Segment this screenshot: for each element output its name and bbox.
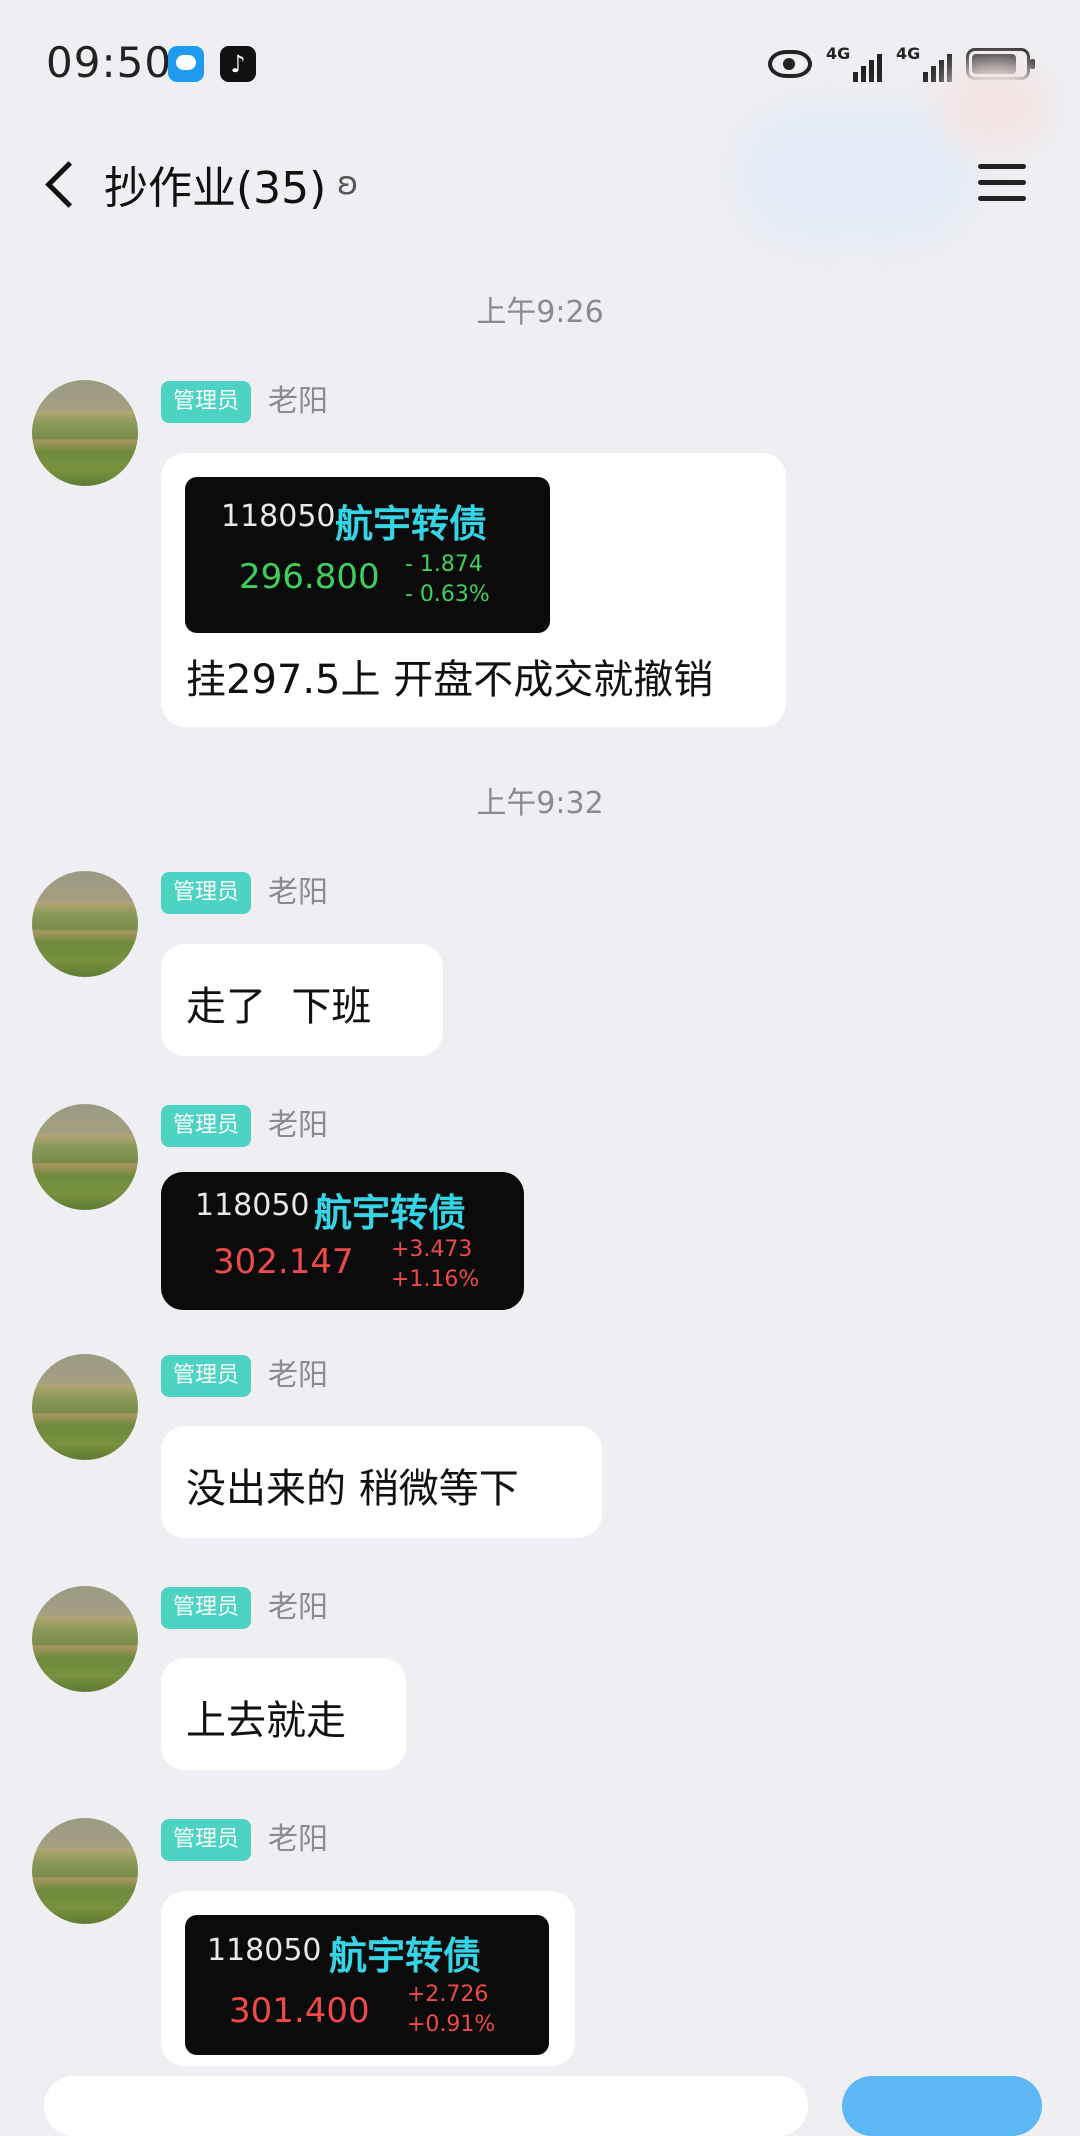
signal-icon: 4G (826, 44, 882, 84)
back-button[interactable] (38, 156, 98, 216)
admin-badge: 管理员 (161, 1355, 252, 1397)
message-input[interactable] (44, 2076, 808, 2136)
eye-icon (768, 50, 812, 78)
message-bubble[interactable]: 上去就走 (161, 1658, 406, 1770)
sender-name: 老阳 (268, 875, 328, 910)
message-text: 走了 下班 (186, 984, 372, 1030)
sender-name: 老阳 (268, 1822, 328, 1857)
send-button[interactable] (842, 2076, 1042, 2136)
admin-badge: 管理员 (161, 872, 252, 914)
avatar[interactable] (32, 871, 138, 977)
chat-title: 抄作业(35) (104, 163, 327, 214)
message-bubble[interactable]: 118050 航宇转债 301.400 +2.726 +0.91% (161, 1891, 575, 2066)
admin-badge: 管理员 (161, 1587, 252, 1629)
message-bubble[interactable]: 走了 下班 (161, 944, 443, 1056)
timestamp: 上午9:32 (476, 786, 604, 821)
avatar[interactable] (32, 1586, 138, 1692)
avatar[interactable] (32, 1818, 138, 1924)
admin-badge: 管理员 (161, 1819, 252, 1861)
message-bubble[interactable]: 没出来的 稍微等下 (161, 1426, 602, 1538)
sender-name: 老阳 (268, 1358, 328, 1393)
message-app-icon (168, 46, 204, 82)
message-text: 挂297.5上 开盘不成交就撤销 (186, 657, 714, 703)
signal-icon: 4G (896, 44, 952, 84)
sender-name: 老阳 (268, 1590, 328, 1625)
sender-name: 老阳 (268, 384, 328, 419)
menu-button[interactable] (976, 158, 1028, 208)
tiktok-app-icon: ♪ (220, 46, 256, 82)
avatar[interactable] (32, 1104, 138, 1210)
chat-header: 抄作业(35) ʚ (0, 130, 1080, 245)
message-bubble[interactable]: 118050 航宇转债 296.800 - 1.874 - 0.63% 挂297… (161, 453, 786, 727)
status-time: 09:50 (46, 38, 173, 87)
message-text: 上去就走 (186, 1698, 346, 1744)
timestamp: 上午9:26 (476, 295, 604, 330)
message-text: 没出来的 稍微等下 (186, 1466, 519, 1512)
sender-name: 老阳 (268, 1108, 328, 1143)
avatar[interactable] (32, 380, 138, 486)
stock-quote-image[interactable]: 118050 航宇转债 296.800 - 1.874 - 0.63% (185, 477, 550, 633)
admin-badge: 管理员 (161, 381, 252, 423)
stock-quote-image[interactable]: 118050 航宇转债 301.400 +2.726 +0.91% (185, 1915, 549, 2055)
ear-icon[interactable]: ʚ (337, 164, 358, 202)
admin-badge: 管理员 (161, 1105, 252, 1147)
avatar[interactable] (32, 1354, 138, 1460)
stock-quote-image[interactable]: 118050 航宇转债 302.147 +3.473 +1.16% (161, 1172, 524, 1310)
